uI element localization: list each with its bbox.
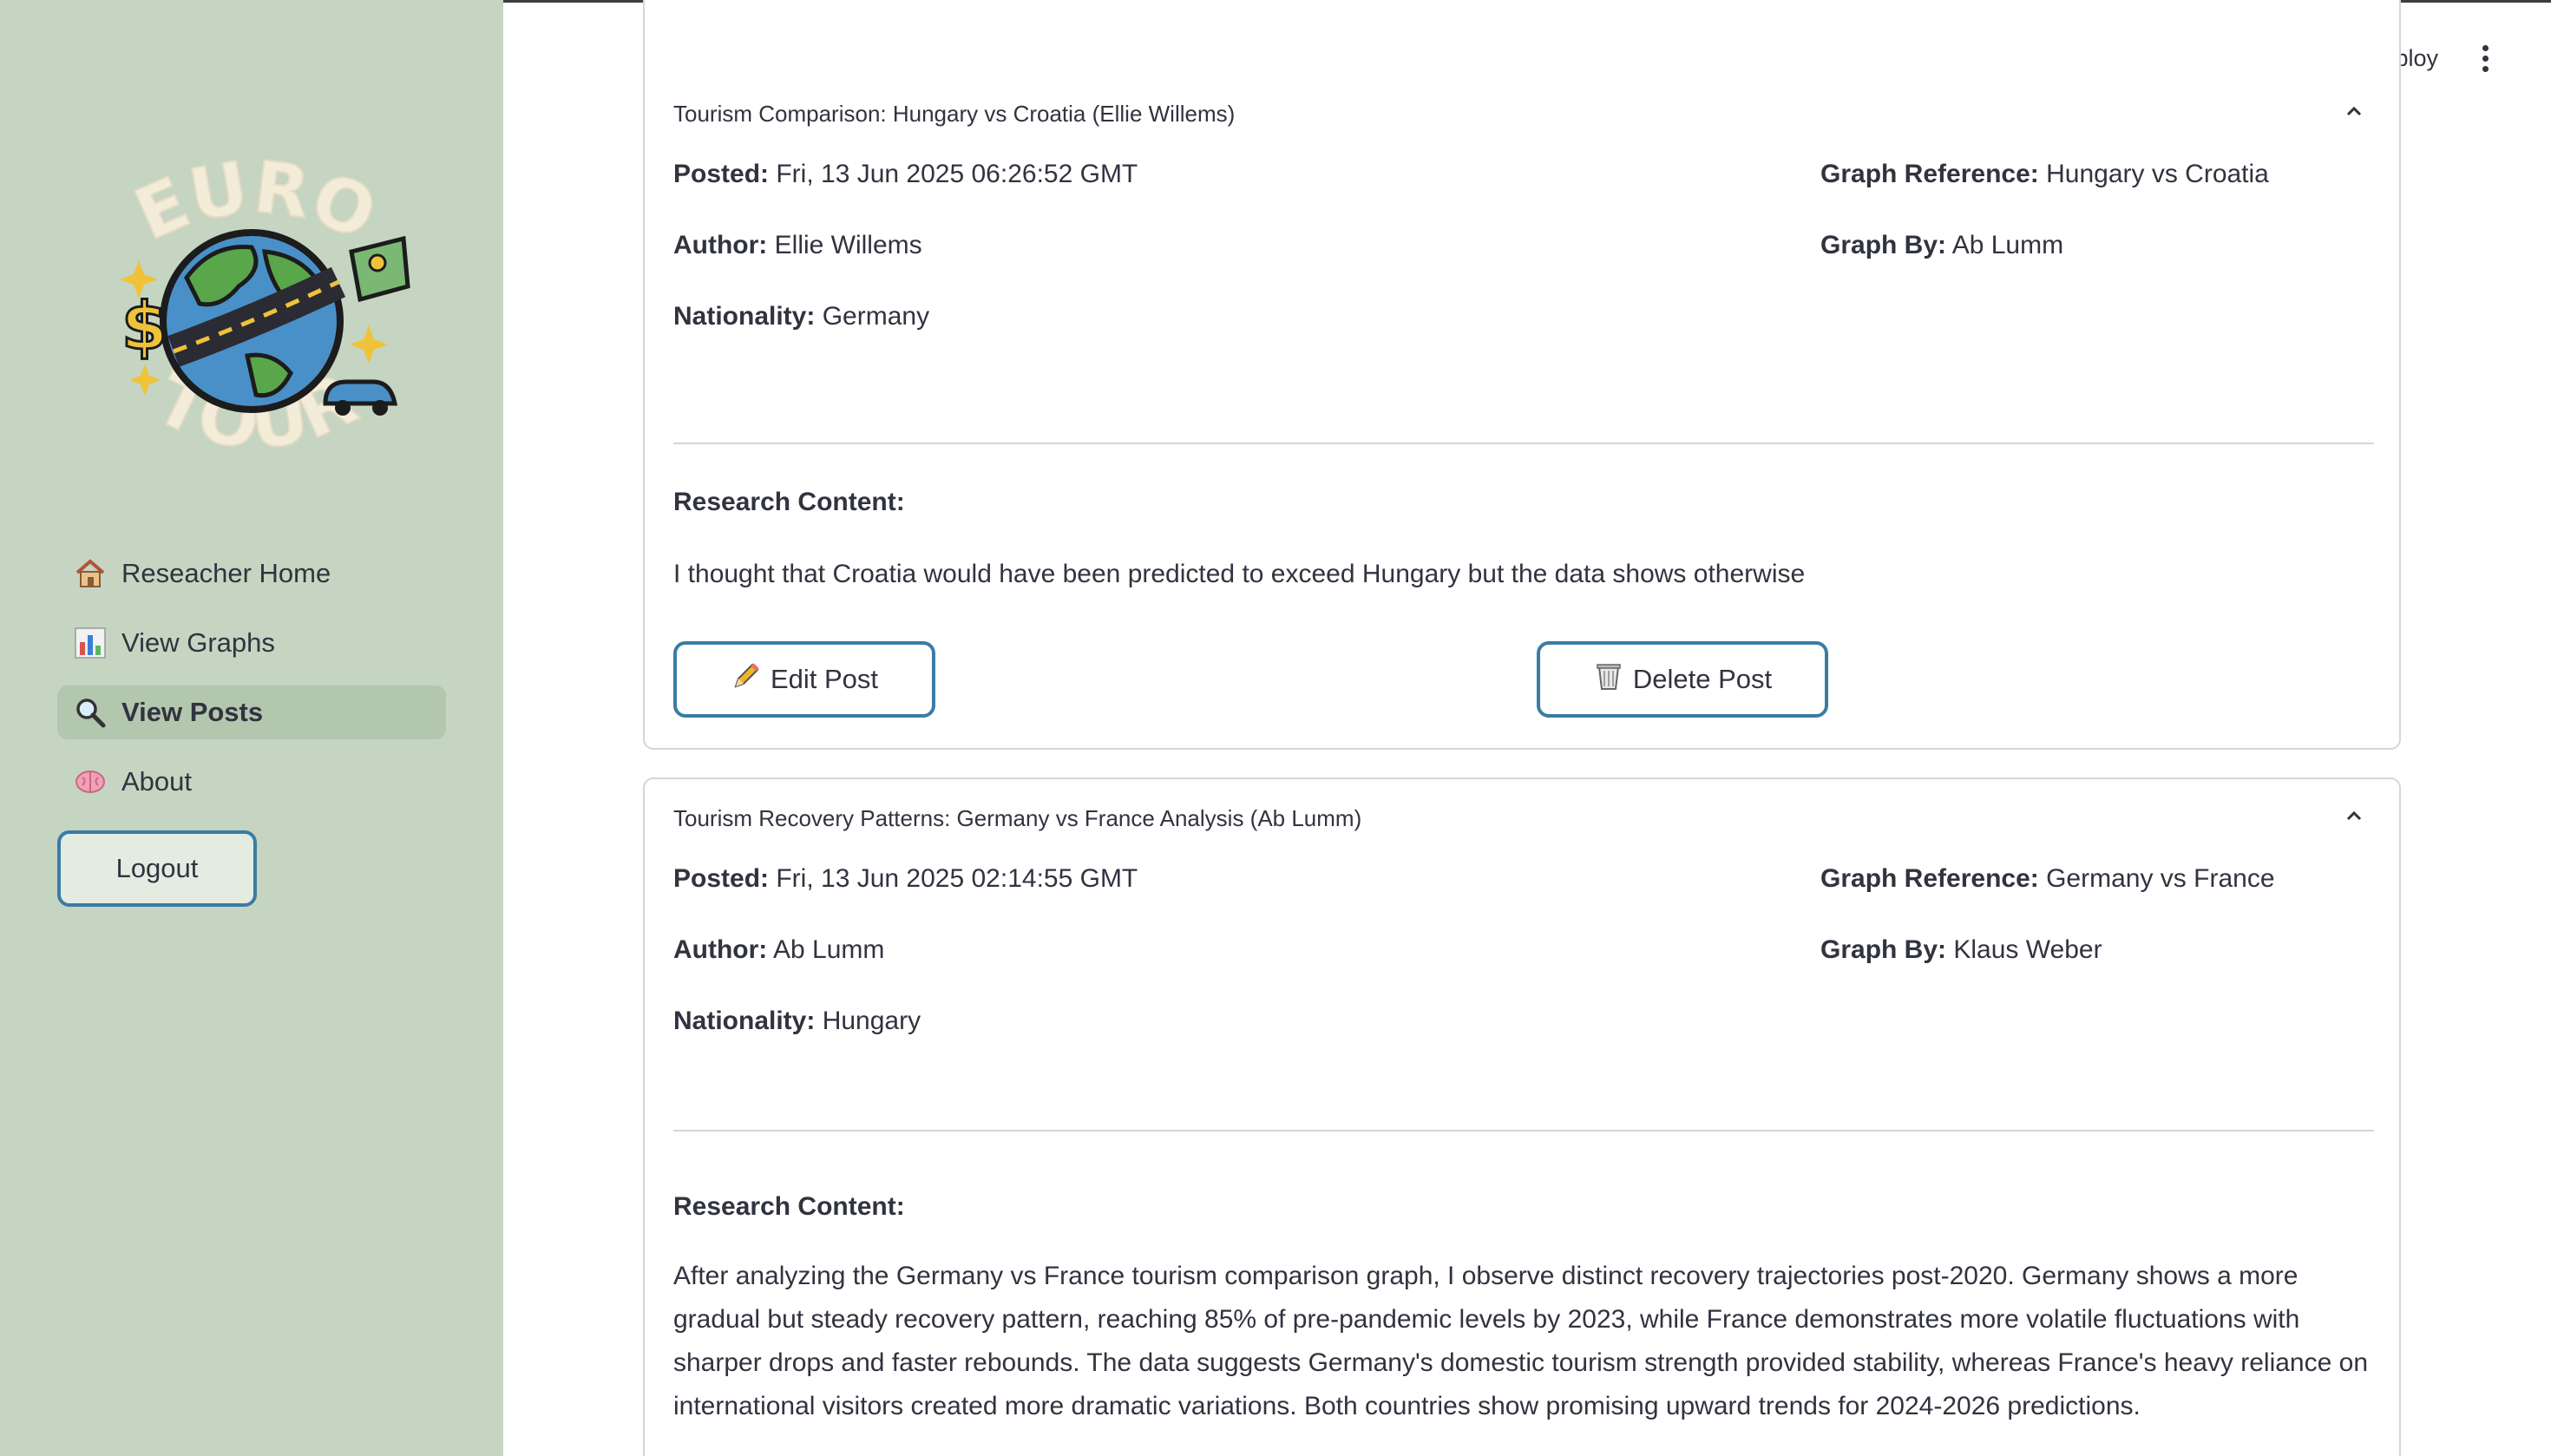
edit-post-button[interactable]: Edit Post	[673, 641, 935, 718]
nationality-field: Nationality: Hungary	[673, 1007, 921, 1035]
research-content-label: Research Content:	[673, 1192, 905, 1221]
bar-chart-icon	[73, 626, 108, 660]
post-card: Tourism Comparison: Hungary vs Croatia (…	[643, 0, 2401, 750]
posted-value: Fri, 13 Jun 2025 02:14:55 GMT	[776, 864, 1138, 893]
svg-text:$: $	[121, 287, 167, 364]
graph-by-value: Klaus Weber	[1953, 935, 2102, 964]
sidebar-item-view-posts[interactable]: View Posts	[57, 685, 446, 739]
author-value: Ellie Willems	[774, 231, 922, 259]
sidebar-item-about[interactable]: About	[57, 755, 446, 809]
delete-post-label: Delete Post	[1632, 664, 1773, 694]
graph-by-field: Graph By: Ab Lumm	[1820, 231, 2064, 259]
pencil-icon	[731, 660, 762, 698]
graph-by-value: Ab Lumm	[1951, 231, 2064, 259]
post-title[interactable]: Tourism Comparison: Hungary vs Croatia (…	[673, 101, 1235, 128]
wastebasket-icon	[1593, 660, 1624, 698]
sidebar-item-label: View Posts	[121, 697, 264, 727]
nationality-value: Germany	[822, 302, 930, 331]
post-card: Tourism Recovery Patterns: Germany vs Fr…	[643, 777, 2401, 1456]
kebab-menu-icon[interactable]	[2476, 45, 2494, 76]
post-title[interactable]: Tourism Recovery Patterns: Germany vs Fr…	[673, 805, 1361, 832]
sidebar-item-view-graphs[interactable]: View Graphs	[57, 616, 446, 670]
author-field: Author: Ellie Willems	[673, 231, 922, 259]
graph-reference-value: Hungary vs Croatia	[2046, 160, 2269, 188]
chevron-up-icon[interactable]	[2344, 805, 2364, 826]
posted-field: Posted: Fri, 13 Jun 2025 02:14:55 GMT	[673, 864, 1138, 893]
divider	[673, 443, 2374, 444]
graph-by-field: Graph By: Klaus Weber	[1820, 935, 2102, 964]
sidebar-nav: Reseacher Home View Graphs View Posts Ab…	[57, 547, 446, 824]
posted-value: Fri, 13 Jun 2025 06:26:52 GMT	[776, 160, 1138, 188]
chevron-up-icon[interactable]	[2344, 101, 2364, 121]
magnifier-icon	[73, 695, 108, 730]
graph-reference-field: Graph Reference: Germany vs France	[1820, 864, 2275, 893]
sidebar-item-label: About	[121, 766, 193, 797]
brain-icon	[73, 764, 108, 799]
posted-field: Posted: Fri, 13 Jun 2025 06:26:52 GMT	[673, 160, 1138, 188]
delete-post-button[interactable]: Delete Post	[1537, 641, 1828, 718]
euro-tour-logo: EURO TOUR $	[120, 156, 410, 468]
sidebar-item-label: Reseacher Home	[121, 558, 331, 588]
nationality-field: Nationality: Germany	[673, 302, 930, 331]
nationality-value: Hungary	[822, 1007, 921, 1035]
research-content-text: I thought that Croatia would have been p…	[673, 560, 1806, 588]
research-content-label: Research Content:	[673, 488, 905, 516]
logout-button[interactable]: Logout	[57, 830, 257, 907]
graph-reference-value: Germany vs France	[2046, 864, 2275, 893]
edit-post-label: Edit Post	[770, 664, 879, 694]
sidebar-item-researcher-home[interactable]: Reseacher Home	[57, 547, 446, 600]
house-icon	[73, 556, 108, 591]
research-content-text: After analyzing the Germany vs France to…	[673, 1262, 2369, 1420]
graph-reference-field: Graph Reference: Hungary vs Croatia	[1820, 160, 2269, 188]
author-value: Ab Lumm	[772, 935, 885, 964]
sidebar: EURO TOUR $ Reseacher Home View Graphs V…	[0, 0, 503, 1456]
author-field: Author: Ab Lumm	[673, 935, 885, 964]
divider	[673, 1130, 2374, 1131]
sidebar-item-label: View Graphs	[121, 627, 275, 658]
